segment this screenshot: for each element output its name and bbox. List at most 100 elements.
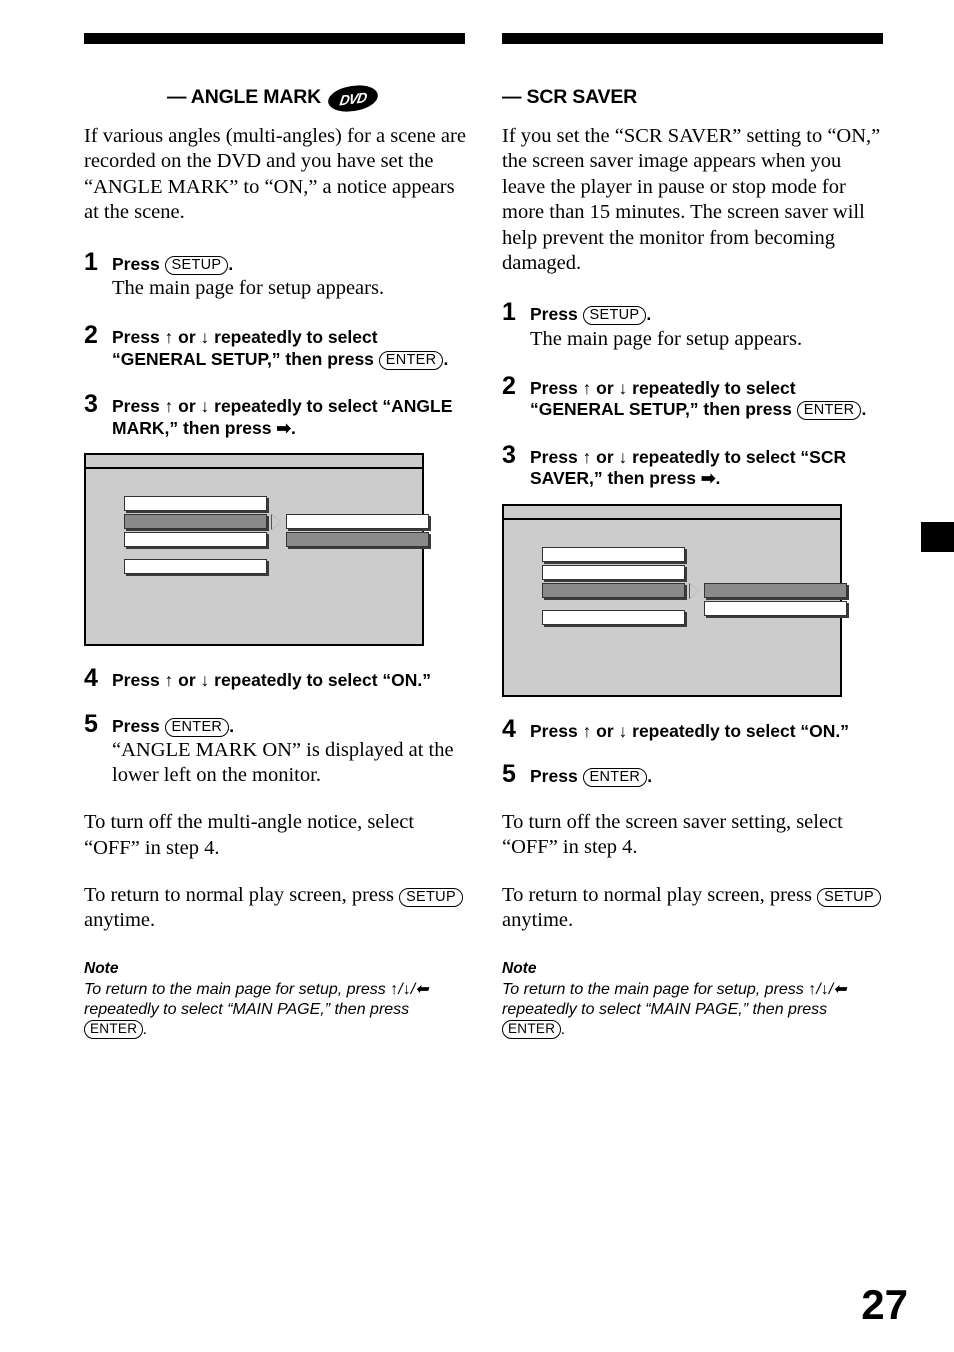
left-note-post: .	[143, 1020, 148, 1038]
submenu-item[interactable]	[286, 514, 429, 530]
page-edge-tab-marker	[921, 522, 954, 552]
step-subtext: The main page for setup appears.	[530, 327, 803, 350]
step-subtext: The main page for setup appears.	[112, 277, 385, 300]
left-heading-text: — ANGLE MARK	[167, 85, 321, 108]
enter-key-button[interactable]: ENTER	[378, 350, 444, 370]
submenu-item-selected[interactable]	[704, 582, 847, 598]
step-text-post: .	[647, 766, 653, 787]
left-note-pre: To return to the main page for setup, pr…	[84, 980, 429, 1018]
right-note-pre: To return to the main page for setup, pr…	[502, 980, 847, 1018]
right-return-text: To return to normal play screen, press S…	[502, 883, 887, 934]
step-instruction: Press SETUP.	[112, 254, 469, 276]
step-instruction: Press ↑ or ↓ repeatedly to select “ON.”	[112, 670, 432, 691]
right-step-2: 2 Press ↑ or ↓ repeatedly to select “GEN…	[502, 373, 887, 421]
step-number: 4	[502, 714, 516, 743]
right-step-1: 1 Press SETUP. The main page for setup a…	[502, 300, 887, 352]
dvd-logo-text: DVD	[338, 87, 368, 108]
screen-menu-column	[542, 546, 685, 628]
setup-key-button[interactable]: SETUP	[399, 887, 463, 907]
step-number: 1	[84, 247, 98, 276]
right-return-post: anytime.	[502, 909, 574, 932]
enter-key-button[interactable]: ENTER	[582, 768, 648, 788]
menu-item[interactable]	[542, 546, 685, 562]
step-text-post: .	[229, 715, 235, 736]
step-number: 2	[84, 321, 98, 350]
step-instruction: Press ENTER.	[112, 716, 469, 738]
right-intro-paragraph: If you set the “SCR SAVER” setting to “O…	[502, 125, 881, 275]
step-number: 1	[502, 298, 516, 327]
right-step-3: 3 Press ↑ or ↓ repeatedly to select “SCR…	[502, 442, 887, 490]
submenu-item[interactable]	[704, 600, 847, 616]
left-note-body: To return to the main page for setup, pr…	[84, 980, 469, 1040]
right-setup-screen-illustration	[502, 503, 847, 697]
right-step-5: 5 Press ENTER.	[502, 762, 887, 788]
screen-submenu-column	[704, 582, 847, 619]
manual-page: — ANGLE MARK DVD If various angles (mult…	[0, 0, 954, 1352]
step-text-post: .	[646, 304, 652, 325]
right-note-title: Note	[502, 959, 537, 977]
page-number: 27	[861, 1281, 908, 1328]
section-rule-left	[84, 33, 465, 44]
step-instruction: Press ENTER.	[530, 766, 887, 788]
left-column: — ANGLE MARK DVD If various angles (mult…	[84, 0, 469, 1040]
left-return-post: anytime.	[84, 909, 156, 932]
menu-item[interactable]	[542, 609, 685, 625]
setup-key-button[interactable]: SETUP	[817, 887, 881, 907]
step-instruction: Press ↑ or ↓ repeatedly to select “GENER…	[112, 327, 469, 370]
left-note-title: Note	[84, 959, 119, 977]
step-number: 2	[502, 371, 516, 400]
step-number: 5	[84, 709, 98, 738]
setup-key-button[interactable]: SETUP	[164, 255, 229, 275]
screen-titlebar	[504, 505, 840, 520]
menu-item-selected[interactable]	[124, 514, 267, 530]
step-instruction: Press ↑ or ↓ repeatedly to select “SCR S…	[530, 446, 847, 489]
dvd-logo-icon: DVD	[327, 82, 379, 114]
right-note-body: To return to the main page for setup, pr…	[502, 980, 887, 1040]
right-return-pre: To return to normal play screen, press	[502, 883, 818, 906]
right-note-post: .	[561, 1020, 566, 1038]
left-return-text: To return to normal play screen, press S…	[84, 883, 469, 934]
right-after-steps-text: To turn off the screen saver setting, se…	[502, 810, 843, 859]
enter-key-button[interactable]: ENTER	[164, 717, 230, 737]
step-instruction: Press ↑ or ↓ repeatedly to select “ANGLE…	[112, 396, 453, 438]
menu-item[interactable]	[124, 496, 267, 512]
right-column: — SCR SAVER If you set the “SCR SAVER” s…	[502, 0, 887, 1040]
left-intro-paragraph: If various angles (multi-angles) for a s…	[84, 125, 466, 224]
step-subtext: “ANGLE MARK ON” is displayed at the lowe…	[112, 739, 454, 787]
step-text-pre: Press ↑ or ↓ repeatedly to select “GENER…	[530, 377, 797, 420]
menu-item[interactable]	[542, 564, 685, 580]
step-text-pre: Press	[112, 253, 165, 274]
step-text-post: .	[228, 253, 234, 274]
step-text-post: .	[861, 399, 867, 420]
step-number: 5	[502, 760, 516, 789]
menu-item[interactable]	[124, 559, 267, 575]
left-step-3: 3 Press ↑ or ↓ repeatedly to select “ANG…	[84, 392, 469, 439]
step-instruction: Press SETUP.	[530, 304, 887, 326]
screen-inner	[504, 520, 847, 695]
left-step-5: 5 Press ENTER. “ANGLE MARK ON” is displa…	[84, 711, 469, 789]
left-setup-screen-illustration	[84, 453, 429, 647]
enter-key-button[interactable]: ENTER	[502, 1019, 562, 1039]
step-text-pre: Press	[530, 304, 583, 325]
submenu-pointer-fill-icon	[690, 583, 699, 598]
screen-inner	[86, 469, 429, 644]
step-text-pre: Press ↑ or ↓ repeatedly to select “GENER…	[112, 327, 379, 369]
section-rule-right	[502, 33, 883, 44]
menu-item-selected[interactable]	[542, 582, 685, 598]
setup-key-button[interactable]: SETUP	[582, 306, 647, 326]
step-text-post: .	[443, 348, 449, 369]
submenu-pointer-fill-icon	[272, 515, 281, 530]
right-step-4: 4 Press ↑ or ↓ repeatedly to select “ON.…	[502, 716, 887, 743]
enter-key-button[interactable]: ENTER	[84, 1019, 144, 1039]
menu-item[interactable]	[124, 532, 267, 548]
right-heading-text: — SCR SAVER	[502, 85, 638, 108]
screen-titlebar	[86, 455, 422, 470]
step-number: 3	[84, 390, 98, 419]
enter-key-button[interactable]: ENTER	[796, 401, 862, 421]
left-return-pre: To return to normal play screen, press	[84, 883, 400, 906]
left-after-steps-text: To turn off the multi-angle notice, sele…	[84, 811, 415, 859]
screen-submenu-column	[286, 514, 429, 550]
right-section-heading: — SCR SAVER	[502, 84, 887, 110]
left-section-heading: — ANGLE MARK DVD	[84, 82, 469, 114]
submenu-item-selected[interactable]	[286, 532, 429, 548]
